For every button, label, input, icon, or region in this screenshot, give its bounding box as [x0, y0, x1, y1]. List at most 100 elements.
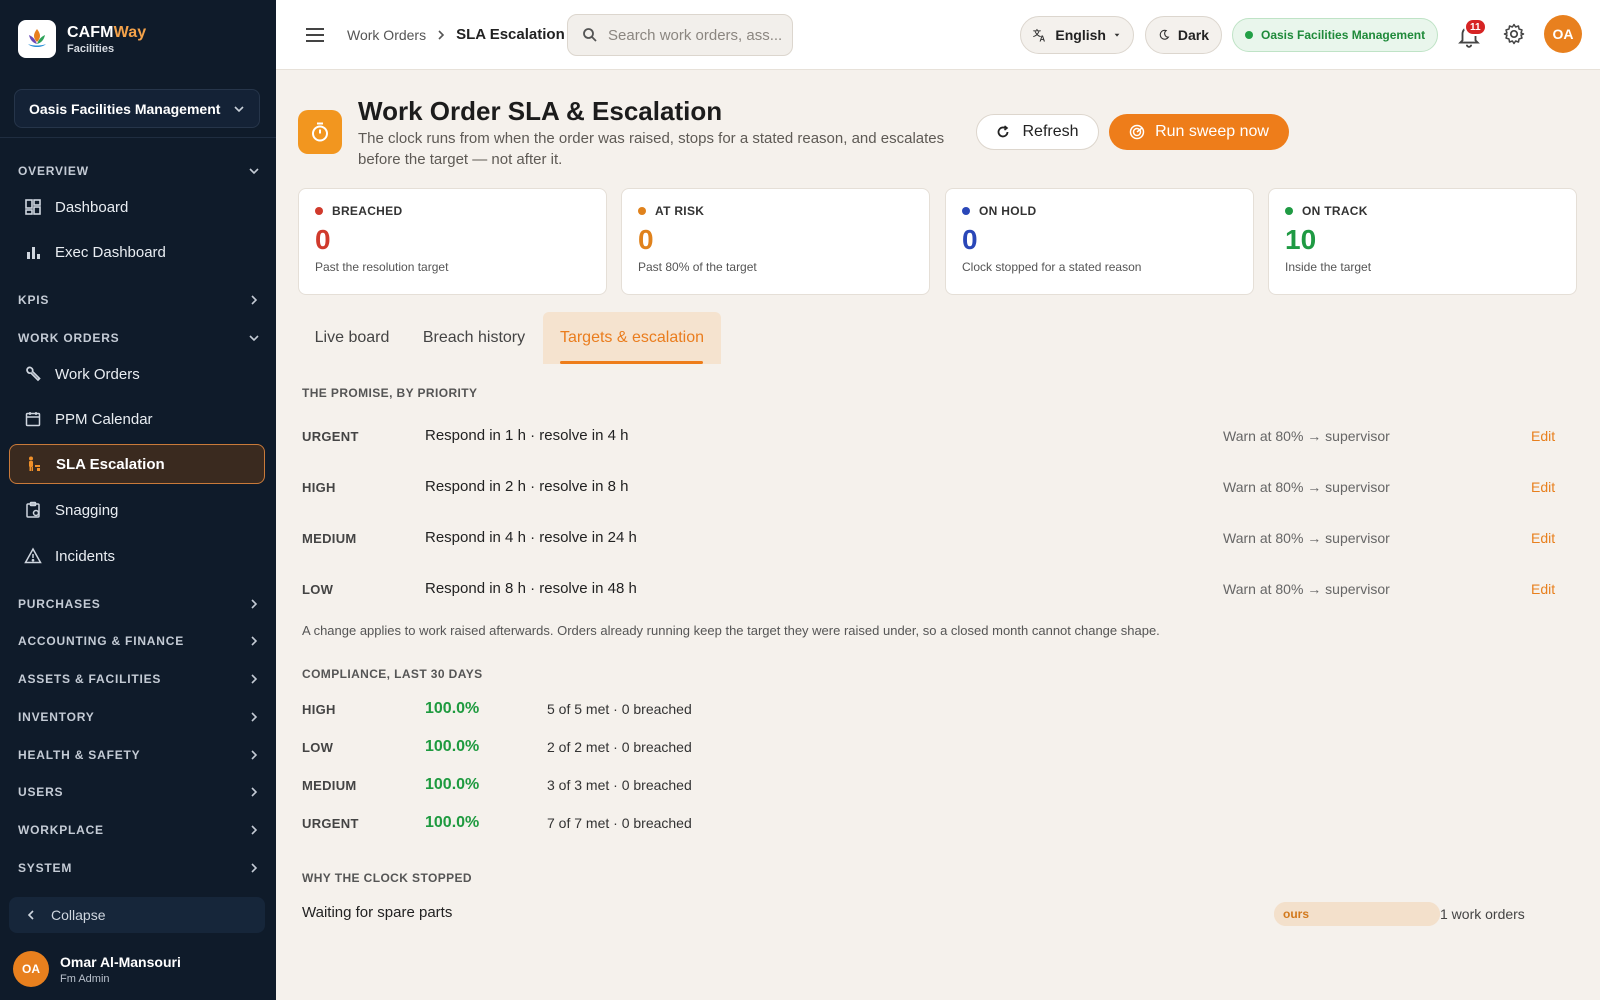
status-dot-icon [962, 207, 970, 215]
section-workplace[interactable]: WORKPLACE [18, 820, 260, 840]
gear-icon[interactable] [1502, 22, 1526, 46]
sidebar-item-label: Exec Dashboard [55, 243, 166, 261]
edit-link[interactable]: Edit [1531, 530, 1555, 546]
user-avatar-top[interactable]: OA [1544, 15, 1582, 53]
compliance-percent: 100.0% [425, 700, 480, 717]
status-dot-icon [315, 207, 323, 215]
sidebar-item-work-orders[interactable]: Work Orders [9, 354, 265, 394]
section-inventory[interactable]: INVENTORY [18, 707, 260, 727]
section-accounting-label: ACCOUNTING & FINANCE [18, 634, 184, 648]
sidebar-item-ppm-calendar[interactable]: PPM Calendar [9, 399, 265, 439]
stat-label-text: BREACHED [332, 204, 403, 218]
breadcrumb-work-orders[interactable]: Work Orders [347, 27, 426, 43]
section-kpis-label: KPIS [18, 293, 50, 307]
section-system[interactable]: SYSTEM [18, 858, 260, 878]
compliance-detail: 3 of 3 met · 0 breached [547, 777, 692, 793]
menu-icon[interactable] [304, 24, 326, 46]
section-work-orders[interactable]: WORK ORDERS [18, 328, 260, 348]
priority-label: LOW [302, 582, 334, 597]
stop-reason-count: 1 work orders [1440, 906, 1525, 922]
sidebar: CAFMWay Facilities Oasis Facilities Mana… [0, 0, 276, 1000]
warn-rule: Warn at 80% → supervisor [1223, 428, 1390, 444]
translate-icon: 文A [1033, 28, 1045, 44]
run-sweep-button[interactable]: Run sweep now [1109, 114, 1289, 150]
stat-label-text: AT RISK [655, 204, 705, 218]
language-label: English [1055, 27, 1106, 43]
promise-row: URGENT Respond in 1 h · resolve in 4 h War… [302, 425, 1556, 449]
collapse-button[interactable]: Collapse [9, 897, 265, 933]
org-selector[interactable]: Oasis Facilities Management [14, 89, 260, 128]
moon-icon [1159, 29, 1170, 40]
tab-breach-history[interactable]: Breach history [408, 312, 540, 364]
promise-text: Respond in 8 h · resolve in 48 h [425, 580, 637, 597]
tab-targets-escalation[interactable]: Targets & escalation [543, 312, 721, 364]
section-assets-label: ASSETS & FACILITIES [18, 672, 162, 686]
section-kpis[interactable]: KPIS [18, 290, 260, 310]
brand[interactable]: CAFMWay Facilities [18, 20, 146, 58]
sidebar-item-sla-escalation[interactable]: SLA Escalation [9, 444, 265, 484]
clock-stopped-heading: WHY THE CLOCK STOPPED [302, 871, 472, 885]
brand-name-part2: Way [113, 23, 147, 41]
theme-label: Dark [1177, 27, 1209, 43]
sidebar-item-incidents[interactable]: Incidents [9, 536, 265, 576]
section-overview[interactable]: OVERVIEW [18, 161, 260, 181]
stat-description: Clock stopped for a stated reason [962, 260, 1142, 274]
breadcrumb-current: SLA Escalation [456, 26, 565, 43]
edit-link[interactable]: Edit [1531, 581, 1555, 597]
org-status-badge[interactable]: Oasis Facilities Management [1232, 18, 1439, 52]
section-users[interactable]: USERS [18, 782, 260, 802]
language-selector[interactable]: 文A English [1020, 16, 1134, 54]
user-profile[interactable]: OA Omar Al-Mansouri Fm Admin [13, 951, 181, 987]
stat-card-at-risk[interactable]: AT RISK 0 Past 80% of the target [621, 188, 930, 295]
chevron-right-icon [251, 599, 258, 609]
promise-text: Respond in 1 h · resolve in 4 h [425, 427, 629, 444]
stop-reason-bar: ours [1274, 902, 1440, 926]
collapse-label: Collapse [51, 907, 106, 923]
section-inventory-label: INVENTORY [18, 710, 95, 724]
section-assets[interactable]: ASSETS & FACILITIES [18, 669, 260, 689]
stat-card-on-hold[interactable]: ON HOLD 0 Clock stopped for a stated reaso… [945, 188, 1254, 295]
refresh-label: Refresh [1022, 123, 1079, 140]
compliance-heading: COMPLIANCE, LAST 30 DAYS [302, 667, 483, 681]
chevron-right-icon [438, 29, 445, 40]
compliance-percent: 100.0% [425, 776, 480, 793]
tab-live-board[interactable]: Live board [298, 312, 406, 364]
user-role: Fm Admin [60, 972, 110, 985]
clipboard-icon [23, 500, 43, 520]
refresh-button[interactable]: Refresh [976, 114, 1099, 150]
compliance-percent: 100.0% [425, 814, 480, 831]
section-accounting[interactable]: ACCOUNTING & FINANCE [18, 631, 260, 651]
search-box[interactable] [567, 14, 793, 56]
sidebar-item-dashboard[interactable]: Dashboard [9, 187, 265, 227]
promise-text: Respond in 2 h · resolve in 8 h [425, 478, 629, 495]
warn-rule: Warn at 80% → supervisor [1223, 479, 1390, 495]
section-workplace-label: WORKPLACE [18, 823, 104, 837]
edit-link[interactable]: Edit [1531, 428, 1555, 444]
section-purchases[interactable]: PURCHASES [18, 594, 260, 614]
section-health-safety[interactable]: HEALTH & SAFETY [18, 745, 260, 765]
sidebar-item-exec-dashboard[interactable]: Exec Dashboard [9, 232, 265, 272]
chevron-down-icon [234, 105, 244, 112]
sidebar-item-label: Snagging [55, 501, 119, 519]
stat-label: BREACHED [315, 204, 590, 218]
chevron-right-icon [251, 712, 258, 722]
sidebar-item-label: Work Orders [55, 365, 140, 383]
notification-count-badge: 11 [1464, 18, 1487, 36]
promise-row: LOW Respond in 8 h · resolve in 48 h Warn … [302, 578, 1556, 602]
sidebar-item-label: SLA Escalation [56, 455, 165, 473]
active-tab-indicator [560, 361, 703, 364]
chevron-right-icon [251, 295, 258, 305]
escalation-icon [24, 454, 44, 474]
stat-label: ON HOLD [962, 204, 1237, 218]
section-system-label: SYSTEM [18, 861, 73, 875]
edit-link[interactable]: Edit [1531, 479, 1555, 495]
search-input[interactable] [608, 26, 783, 44]
theme-toggle[interactable]: Dark [1145, 16, 1222, 54]
sidebar-item-snagging[interactable]: Snagging [9, 490, 265, 530]
stat-card-breached[interactable]: BREACHED 0 Past the resolution target [298, 188, 607, 295]
compliance-row: URGENT 100.0% 7 of 7 met · 0 breached [302, 812, 1002, 836]
promise-heading: THE PROMISE, BY PRIORITY [302, 386, 478, 400]
search-icon [583, 28, 597, 42]
sidebar-item-label: Dashboard [55, 198, 129, 216]
stat-card-on-track[interactable]: ON TRACK 10 Inside the target [1268, 188, 1577, 295]
